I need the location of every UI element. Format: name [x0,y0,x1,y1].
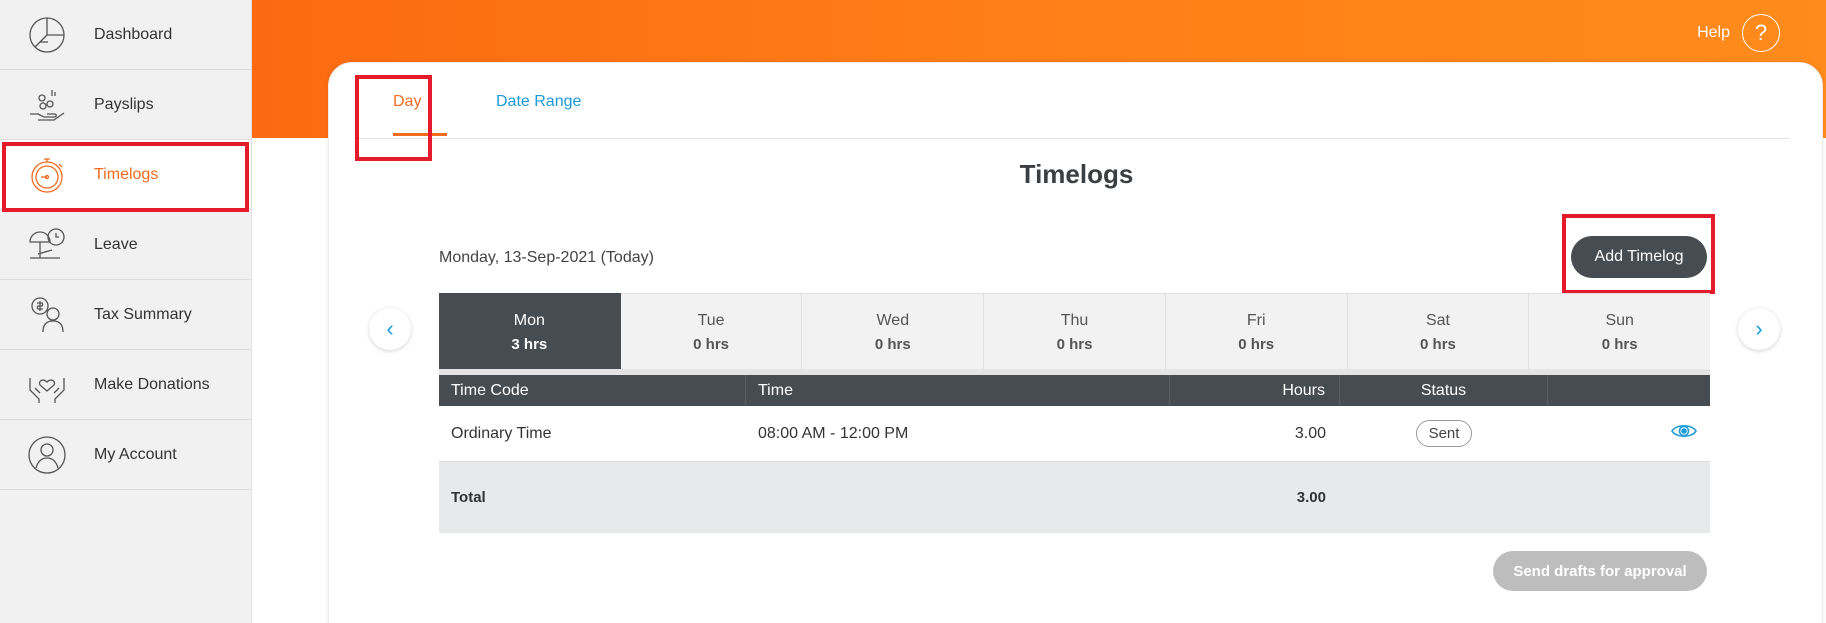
timelogs-table: Time Code Time Hours Status Ordinary Tim… [439,369,1710,533]
day-name: Mon [513,312,545,329]
total-label: Total [451,489,486,506]
timelogs-card: Day Date Range Timelogs Monday, 13-Sep-2… [328,62,1823,623]
tab-bar: Day Date Range [357,63,1789,139]
sidebar-item-label: Timelogs [94,165,159,183]
day-name: Thu [1060,312,1089,329]
day-name: Sun [1605,312,1634,329]
sidebar-item-label: Tax Summary [94,305,192,323]
day-hours: 0 hrs [874,336,911,353]
sidebar-item-my-account[interactable]: My Account [0,420,251,490]
sidebar-item-label: Leave [94,235,138,253]
day-hours: 3 hrs [511,336,548,353]
day-mon[interactable]: Mon 3 hrs [439,293,621,369]
day-hours: 0 hrs [1420,336,1456,353]
help-label: Help [1697,24,1730,41]
table-row: Ordinary Time 08:00 AM - 12:00 PM 3.00 S… [439,406,1710,462]
day-fri[interactable]: Fri 0 hrs [1165,293,1348,369]
status-badge: Sent [1415,420,1473,447]
account-person-icon [23,431,71,479]
day-hours: 0 hrs [1056,336,1093,353]
header-hours: Hours [1170,375,1340,406]
sidebar-item-timelogs[interactable]: Timelogs [0,140,251,210]
cell-time-code: Ordinary Time [451,424,552,442]
day-name: Sat [1425,312,1450,329]
tab-day[interactable]: Day [393,93,421,111]
day-sat[interactable]: Sat 0 hrs [1347,293,1530,369]
day-hours: 0 hrs [1601,336,1638,353]
add-timelog-button[interactable]: Add Timelog [1571,236,1707,278]
current-date-label: Monday, 13-Sep-2021 (Today) [439,249,654,266]
chevron-right-icon: › [1755,316,1763,341]
table-total-row: Total 3.00 [439,462,1710,533]
week-days-row: Mon 3 hrs Tue 0 hrs Wed 0 hrs Thu 0 hrs … [439,293,1711,369]
header-status: Status [1340,375,1548,406]
total-hours: 3.00 [1296,489,1326,506]
header-time-code: Time Code [439,375,746,406]
stopwatch-icon [23,151,71,199]
day-hours: 0 hrs [1238,336,1275,353]
question-circle-icon[interactable]: ? [1742,14,1780,52]
sidebar: Dashboard Payslips Timelogs Leave Tax Su… [0,0,252,623]
donation-hands-heart-icon [23,361,71,409]
leave-umbrella-icon [23,221,71,269]
day-wed[interactable]: Wed 0 hrs [802,293,985,369]
day-hours: 0 hrs [693,336,729,353]
sidebar-item-tax-summary[interactable]: Tax Summary [0,280,251,350]
cell-hours: 3.00 [1294,424,1326,442]
sidebar-item-dashboard[interactable]: Dashboard [0,0,251,70]
eye-icon[interactable] [1670,422,1698,445]
chevron-left-icon: ‹ [386,316,394,341]
tab-date-range[interactable]: Date Range [496,93,581,111]
sidebar-item-label: Make Donations [94,375,210,393]
tax-person-icon [23,291,71,339]
page-title: Timelogs [1019,159,1134,189]
sidebar-item-leave[interactable]: Leave [0,210,251,280]
day-thu[interactable]: Thu 0 hrs [984,293,1166,369]
tab-active-underline [393,133,447,136]
sidebar-item-label: Dashboard [94,25,173,43]
cell-time: 08:00 AM - 12:00 PM [758,424,909,442]
payslips-hand-coins-icon [23,81,71,129]
day-name: Tue [697,312,725,329]
header-time: Time [746,375,1170,406]
sidebar-item-label: Payslips [94,95,154,113]
day-name: Fri [1246,312,1266,329]
header-actions [1548,375,1710,406]
table-header: Time Code Time Hours Status [439,369,1710,406]
day-tue[interactable]: Tue 0 hrs [620,293,803,369]
day-name: Wed [876,312,910,329]
cell-status: Sent [1340,406,1548,461]
sidebar-item-make-donations[interactable]: Make Donations [0,350,251,420]
day-sun[interactable]: Sun 0 hrs [1529,293,1711,369]
dashboard-pie-icon [23,11,71,59]
help-link[interactable]: Help ? [1697,14,1780,52]
next-week-button[interactable]: › [1738,308,1780,350]
sidebar-item-payslips[interactable]: Payslips [0,70,251,140]
cell-actions [1548,406,1710,461]
send-drafts-button[interactable]: Send drafts for approval [1493,551,1707,591]
prev-week-button[interactable]: ‹ [369,308,411,350]
sidebar-item-label: My Account [94,445,177,463]
